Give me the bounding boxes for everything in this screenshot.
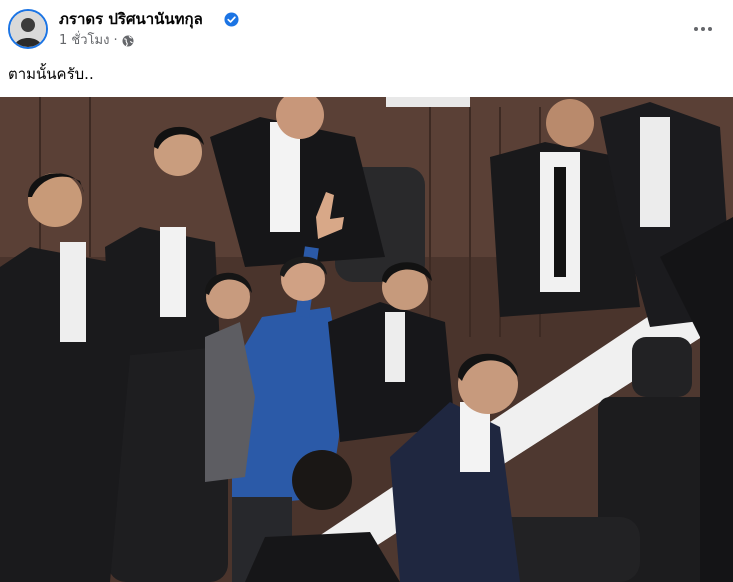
verified-badge-icon bbox=[224, 12, 239, 27]
post-photo[interactable] bbox=[0, 97, 733, 582]
globe-icon[interactable] bbox=[122, 35, 134, 47]
post-timestamp[interactable]: 1 ชั่วโมง bbox=[59, 33, 109, 49]
more-options-button[interactable] bbox=[690, 16, 716, 42]
post-meta: 1 ชั่วโมง · bbox=[59, 33, 134, 49]
avatar-image bbox=[10, 11, 46, 47]
author-name[interactable]: ภราดร ปริศนานันทกุล bbox=[59, 9, 203, 29]
avatar[interactable] bbox=[8, 9, 48, 49]
post-text: ตามนั้นครับ.. bbox=[8, 65, 94, 83]
parliament-photo bbox=[0, 97, 733, 582]
meta-separator: · bbox=[113, 33, 118, 48]
more-horizontal-icon bbox=[694, 27, 712, 31]
post-header: ภราดร ปริศนานันทกุล 1 ชั่วโมง · bbox=[0, 0, 733, 62]
